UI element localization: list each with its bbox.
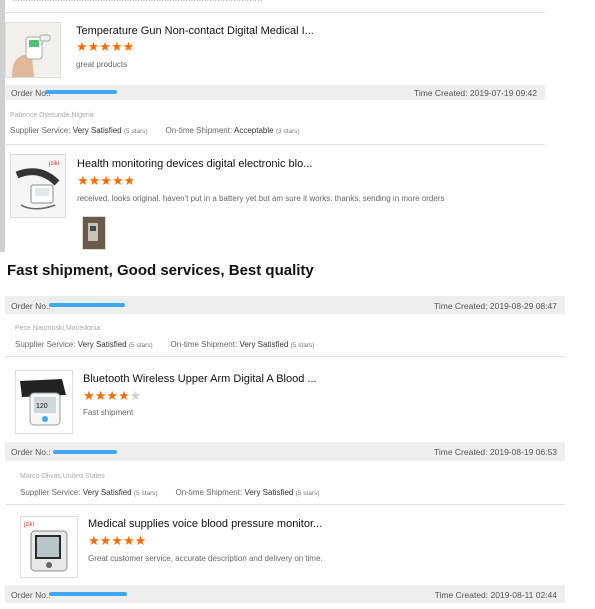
masked-order-number [49,303,125,307]
supplier-service-value: Very Satisfied [82,488,132,497]
divider [5,144,545,145]
masked-order-number [53,450,117,454]
order-bar: Order No.: Time Created: 2019-08-29 08:4… [5,296,565,314]
divider [5,504,565,505]
ontime-shipment-value: Very Satisfied [239,340,289,349]
star-icon: ★★★★★ [77,173,136,188]
cut-off-text: ········································… [12,0,263,5]
supplier-service-value: Very Satisfied [72,126,122,135]
ontime-shipment-value: Acceptable [233,126,274,135]
star-icon: ★★★★ [83,388,130,403]
star-rating: ★★★★★ [83,389,141,403]
masked-order-number [49,592,127,596]
review-panel-top: ········································… [0,0,555,252]
supplier-service-stars: (5 stars) [133,490,158,497]
star-rating: ★★★★★ [76,40,134,54]
tagline: Fast shipment, Good services, Best quali… [7,262,314,279]
product-title-link[interactable]: Health monitoring devices digital electr… [77,158,312,170]
masked-order-number [45,90,117,94]
review-text: great products [76,60,128,69]
ontime-shipment-value: Very Satisfied [244,488,294,497]
product-title-link[interactable]: Temperature Gun Non-contact Digital Medi… [76,25,314,37]
svg-text:jziki: jziki [23,522,34,528]
order-no-label: Order No.: [11,447,51,457]
star-rating: ★★★★★ [77,174,135,188]
time-created: Time Created: 2019-07-19 09:42 [413,88,537,98]
time-created: Time Created: 2019-08-29 08:47 [433,301,557,311]
buyer-name: Patience Oyetunde,Nigeria [10,112,94,119]
ontime-shipment-stars: (3 stars) [275,128,300,135]
supplier-service-label: Supplier Service: [10,126,71,135]
ontime-shipment-stars: (5 stars) [295,490,320,497]
buyer-name: Marco Olivas,United States [20,473,105,480]
supplier-service-label: Supplier Service: [20,488,81,497]
supplier-rating-row: Supplier Service: Very Satisfied (5 star… [15,340,314,349]
product-image-bp-monitor[interactable]: 120 [15,370,73,434]
review-panel-bottom: Order No.: Time Created: 2019-08-29 08:4… [5,292,570,609]
order-bar: Order No.: Time Created: 2019-07-19 09:4… [5,85,545,100]
supplier-rating-row: Supplier Service: Very Satisfied (5 star… [10,126,300,135]
ontime-shipment-stars: (5 stars) [290,342,315,349]
svg-text:jziki: jziki [48,161,59,167]
review-text: Great customer service, accurate descrip… [88,554,323,563]
empty-star-icon: ★ [129,388,142,403]
product-title-link[interactable]: Bluetooth Wireless Upper Arm Digital A B… [83,373,317,385]
time-created: Time Created: 2019-08-19 06:53 [433,447,557,457]
product-image-voice-bp-monitor[interactable]: jziki [20,516,78,578]
star-icon: ★★★★★ [88,533,147,548]
product-image-thermometer[interactable] [5,22,61,78]
star-rating: ★★★★★ [88,534,146,548]
svg-text:120: 120 [36,403,48,410]
review-photo-thumbnail[interactable] [82,216,106,250]
ontime-shipment-label: On-time Shipment: [170,340,238,349]
divider [5,356,565,357]
time-created: Time Created: 2019-08-11 02:44 [434,590,557,600]
supplier-service-value: Very Satisfied [77,340,127,349]
order-no-label: Order No.: [11,301,51,311]
supplier-service-label: Supplier Service: [15,340,76,349]
order-bar: Order No.: Time Created: 2019-08-11 02:4… [5,585,565,603]
divider [5,12,545,13]
order-bar: Order No.: Time Created: 2019-08-19 06:5… [5,442,565,461]
order-no-label: Order No.: [11,590,51,600]
ontime-shipment-label: On-time Shipment: [175,488,243,497]
review-text: received. looks original. haven't put in… [77,194,445,203]
product-image-bp-monitor[interactable]: jziki [10,154,66,218]
buyer-name: Pece Naumoski,Macedonia [15,325,101,332]
review-text: Fast shipment [83,408,134,417]
product-title-link[interactable]: Medical supplies voice blood pressure mo… [88,518,322,530]
supplier-service-stars: (5 stars) [123,128,148,135]
supplier-rating-row: Supplier Service: Very Satisfied (5 star… [20,488,319,497]
ontime-shipment-label: On-time Shipment: [165,126,233,135]
star-icon: ★★★★★ [76,39,135,54]
supplier-service-stars: (5 stars) [128,342,153,349]
